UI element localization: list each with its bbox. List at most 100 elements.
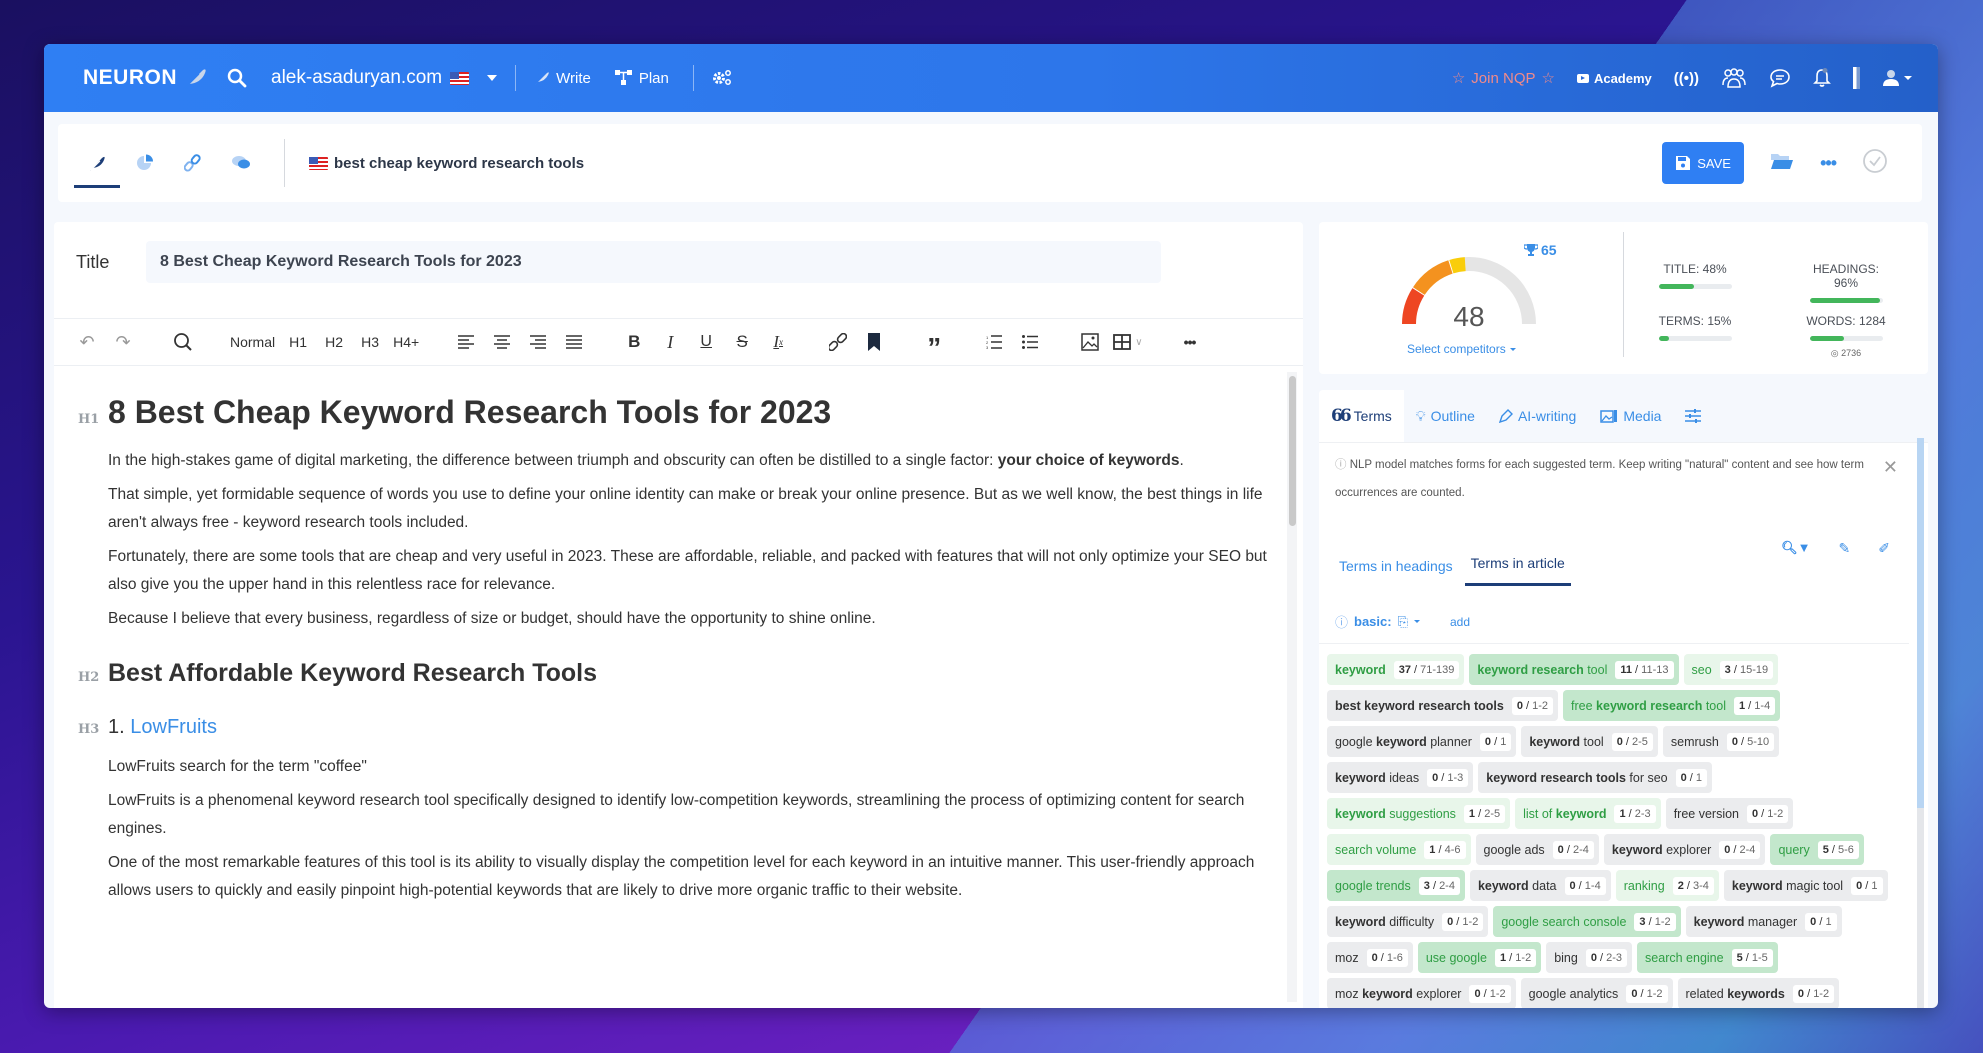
term-chip[interactable]: search volume 1 / 4-6 <box>1327 834 1471 865</box>
save-button[interactable]: SAVE <box>1662 142 1745 184</box>
align-justify-icon[interactable] <box>561 327 587 357</box>
align-center-icon[interactable] <box>489 327 515 357</box>
heading4-button[interactable]: H4+ <box>393 327 419 357</box>
highlighter-outline-icon[interactable]: ✐ <box>1878 540 1890 557</box>
term-chip[interactable]: google trends 3 / 2-4 <box>1327 870 1465 901</box>
term-chip[interactable]: keyword data 0 / 1-4 <box>1469 870 1611 901</box>
bold-icon[interactable]: B <box>621 327 647 357</box>
bookmark-icon[interactable] <box>861 327 887 357</box>
term-chip[interactable]: keyword 37 / 71-139 <box>1327 654 1465 685</box>
term-chip[interactable]: keyword ideas 0 / 1-3 <box>1327 762 1474 793</box>
bullet-list-icon[interactable] <box>1017 327 1043 357</box>
bell-icon[interactable] <box>1813 68 1831 88</box>
underline-icon[interactable]: U <box>693 327 719 357</box>
term-chip[interactable]: moz 0 / 1-6 <box>1327 942 1413 973</box>
folder-open-icon[interactable] <box>1770 152 1794 175</box>
term-chip[interactable]: google analytics 0 / 1-2 <box>1520 978 1673 1008</box>
copy-icon[interactable]: ⎘ <box>1398 614 1408 630</box>
term-chip[interactable]: google search console 3 / 1-2 <box>1493 906 1681 937</box>
redo-icon[interactable]: ↷ <box>110 327 136 357</box>
search-filter-icon[interactable]: 🔍︎▼ <box>1781 540 1810 557</box>
editor-scrollbar[interactable] <box>1287 372 1297 1002</box>
term-chip[interactable]: list of keyword 1 / 2-3 <box>1515 798 1661 829</box>
term-chip[interactable]: keyword suggestions 1 / 2-5 <box>1327 798 1511 829</box>
join-nqp-link[interactable]: ☆ Join NQP ☆ <box>1452 69 1555 88</box>
domain-selector[interactable]: alek-asaduryan.com <box>271 67 498 89</box>
team-icon[interactable] <box>1721 68 1747 88</box>
tab-ai-writing[interactable]: AI-writing <box>1487 390 1588 442</box>
more-options-icon[interactable]: ••• <box>1820 153 1837 174</box>
clear-format-icon[interactable]: Ix <box>765 327 791 357</box>
term-chip[interactable]: use google 1 / 1-2 <box>1417 942 1542 973</box>
tab-terms-in-article[interactable]: Terms in article <box>1464 555 1571 586</box>
align-left-icon[interactable] <box>453 327 479 357</box>
term-chip[interactable]: free keyword research tool 1 / 1-4 <box>1563 690 1781 721</box>
add-term-button[interactable]: add <box>1450 615 1470 629</box>
align-right-icon[interactable] <box>525 327 551 357</box>
heading2-button[interactable]: H2 <box>321 327 347 357</box>
ordered-list-icon[interactable]: 123 <box>981 327 1007 357</box>
nav-write[interactable]: Write <box>534 70 591 87</box>
nav-plan[interactable]: Plan <box>614 70 669 87</box>
term-chip[interactable]: moz keyword explorer 0 / 1-2 <box>1327 978 1516 1008</box>
term-chip[interactable]: free version 0 / 1-2 <box>1665 798 1794 829</box>
broadcast-icon[interactable]: ((•)) <box>1674 70 1699 87</box>
tab-terms[interactable]: 66 Terms <box>1319 390 1404 442</box>
term-chip[interactable]: keyword magic tool 0 / 1 <box>1723 870 1888 901</box>
neuron-logo[interactable]: NEURON <box>83 66 207 90</box>
term-chip[interactable]: related keywords 0 / 1-2 <box>1677 978 1840 1008</box>
more-options-icon[interactable]: ••• <box>1177 327 1203 357</box>
panel-scrollbar[interactable] <box>1917 438 1924 1008</box>
tab-terms-in-headings[interactable]: Terms in headings <box>1333 558 1459 586</box>
term-chip[interactable]: ranking 2 / 3-4 <box>1615 870 1719 901</box>
tab-comments[interactable] <box>218 124 264 202</box>
term-chip[interactable]: keyword tool 0 / 2-5 <box>1521 726 1658 757</box>
undo-icon[interactable]: ↶ <box>74 327 100 357</box>
paragraph-normal-button[interactable]: Normal <box>230 327 275 357</box>
chevron-down-icon[interactable] <box>1414 620 1420 623</box>
search-icon[interactable] <box>227 68 247 88</box>
term-chip[interactable]: semrush 0 / 5-10 <box>1662 726 1780 757</box>
blockquote-icon[interactable]: ” <box>921 327 947 362</box>
tab-outline[interactable]: 💡︎ Outline <box>1404 390 1487 442</box>
term-chip[interactable]: google keyword planner 0 / 1 <box>1327 726 1517 757</box>
link-icon[interactable] <box>825 327 851 357</box>
term-chip[interactable]: google ads 0 / 2-4 <box>1475 834 1599 865</box>
term-chip[interactable]: search engine 5 / 1-5 <box>1637 942 1778 973</box>
title-input[interactable] <box>146 241 1161 283</box>
scrollbar-thumb[interactable] <box>1917 438 1924 808</box>
editor-content[interactable]: H1 8 Best Cheap Keyword Research Tools f… <box>54 372 1286 1008</box>
term-chip[interactable]: seo 3 / 15-19 <box>1683 654 1779 685</box>
tab-media[interactable]: Media <box>1588 390 1673 442</box>
term-chip[interactable]: best keyword research tools 0 / 1-2 <box>1327 690 1559 721</box>
user-menu[interactable] <box>1882 69 1912 87</box>
image-icon[interactable] <box>1077 327 1103 357</box>
tab-editor[interactable] <box>74 124 120 202</box>
chat-icon[interactable] <box>1769 68 1791 88</box>
search-icon[interactable] <box>170 327 196 357</box>
divider <box>1623 232 1624 357</box>
term-chip[interactable]: keyword difficulty 0 / 1-2 <box>1327 906 1489 937</box>
strikethrough-icon[interactable]: S <box>729 327 755 357</box>
term-chip[interactable]: keyword manager 0 / 1 <box>1685 906 1842 937</box>
lowfruits-link[interactable]: LowFruits <box>130 716 217 738</box>
tab-settings[interactable] <box>1673 390 1713 442</box>
term-chip[interactable]: keyword research tool 11 / 11-13 <box>1469 654 1679 685</box>
check-circle-icon[interactable] <box>1862 148 1888 179</box>
settings-gears-icon[interactable] <box>712 69 732 87</box>
scrollbar-thumb[interactable] <box>1289 376 1296 526</box>
italic-icon[interactable]: I <box>657 327 683 357</box>
tab-analytics[interactable] <box>122 124 168 202</box>
highlighter-icon[interactable]: ✎ <box>1839 540 1851 557</box>
tab-links[interactable] <box>170 124 216 202</box>
term-chip[interactable]: keyword explorer 0 / 2-4 <box>1603 834 1766 865</box>
heading3-button[interactable]: H3 <box>357 327 383 357</box>
term-chip[interactable]: query 5 / 5-6 <box>1770 834 1864 865</box>
term-chip[interactable]: keyword research tools for seo 0 / 1 <box>1478 762 1713 793</box>
heading1-button[interactable]: H1 <box>285 327 311 357</box>
close-icon[interactable]: ✕ <box>1883 453 1898 481</box>
table-icon[interactable]: ∨ <box>1113 327 1143 357</box>
select-competitors[interactable]: Select competitors <box>1407 342 1516 356</box>
academy-link[interactable]: Academy <box>1576 71 1652 86</box>
term-chip[interactable]: bing 0 / 2-3 <box>1546 942 1633 973</box>
